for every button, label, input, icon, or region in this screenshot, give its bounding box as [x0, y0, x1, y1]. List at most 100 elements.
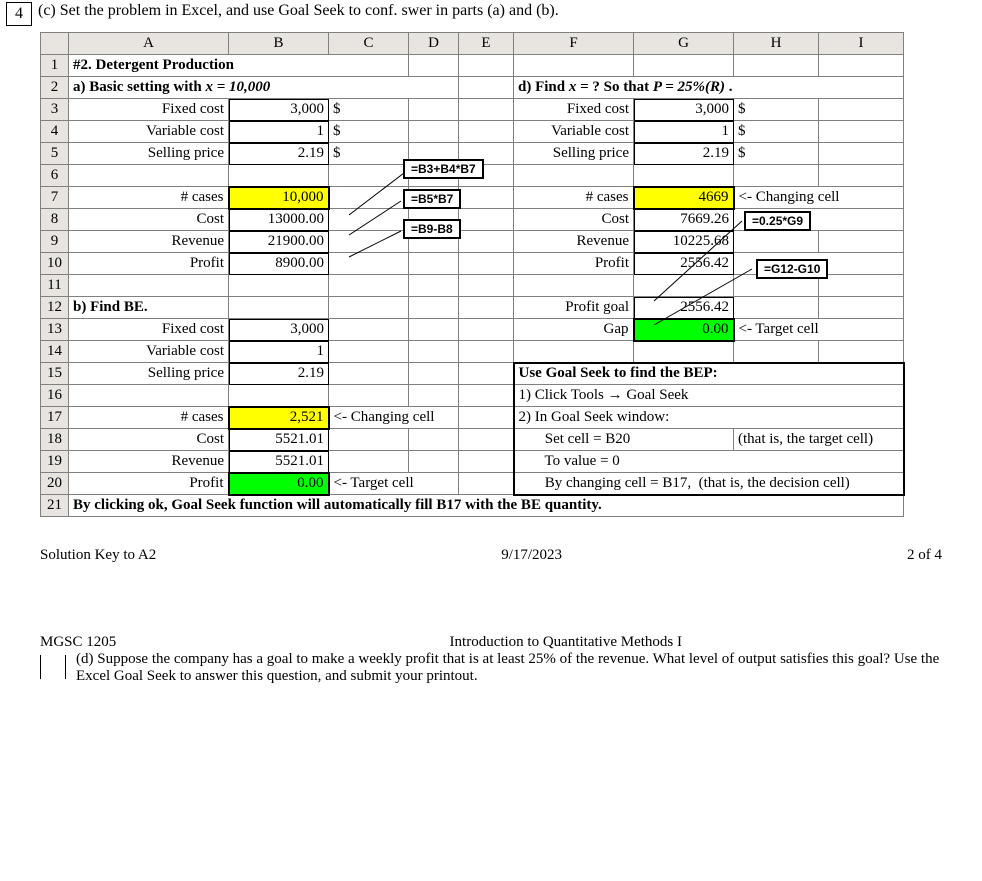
cell-A7[interactable]: # cases — [69, 187, 229, 209]
cell-A8[interactable]: Cost — [69, 209, 229, 231]
rowhdr-15[interactable]: 15 — [41, 363, 69, 385]
rowhdr-7[interactable]: 7 — [41, 187, 69, 209]
cell-F16[interactable]: 1) Click Tools → Goal Seek — [514, 385, 904, 407]
cell-B10[interactable]: 8900.00 — [229, 253, 329, 275]
rowhdr-13[interactable]: 13 — [41, 319, 69, 341]
cell-A3[interactable]: Fixed cost — [69, 99, 229, 121]
rowhdr-4[interactable]: 4 — [41, 121, 69, 143]
cell-B7[interactable]: 10,000 — [229, 187, 329, 209]
cell-A15[interactable]: Selling price — [69, 363, 229, 385]
rowhdr-2[interactable]: 2 — [41, 77, 69, 99]
cell-B9[interactable]: 21900.00 — [229, 231, 329, 253]
rowhdr-12[interactable]: 12 — [41, 297, 69, 319]
rowhdr-20[interactable]: 20 — [41, 473, 69, 495]
col-H[interactable]: H — [734, 33, 819, 55]
cell-H5[interactable]: $ — [734, 143, 819, 165]
cell-F10[interactable]: Profit — [514, 253, 634, 275]
cell-F17[interactable]: 2) In Goal Seek window: — [514, 407, 904, 429]
col-D[interactable]: D — [409, 33, 459, 55]
cell-F7[interactable]: # cases — [514, 187, 634, 209]
problem-c-text: (c) Set the problem in Excel, and use Go… — [38, 0, 559, 22]
col-A[interactable]: A — [69, 33, 229, 55]
cell-B8[interactable]: 13000.00 — [229, 209, 329, 231]
cell-H18[interactable]: (that is, the target cell) — [734, 429, 904, 451]
rowhdr-5[interactable]: 5 — [41, 143, 69, 165]
rowhdr-6[interactable]: 6 — [41, 165, 69, 187]
col-C[interactable]: C — [329, 33, 409, 55]
rowhdr-21[interactable]: 21 — [41, 495, 69, 517]
cell-C4[interactable]: $ — [329, 121, 409, 143]
rowhdr-1[interactable]: 1 — [41, 55, 69, 77]
cell-H3[interactable]: $ — [734, 99, 819, 121]
cell-A2[interactable]: a) Basic setting with x = 10,000 — [69, 77, 459, 99]
cell-G12[interactable]: 2556.42 — [634, 297, 734, 319]
rowhdr-14[interactable]: 14 — [41, 341, 69, 363]
cell-C5[interactable]: $ — [329, 143, 409, 165]
cell-A19[interactable]: Revenue — [69, 451, 229, 473]
cell-B15[interactable]: 2.19 — [229, 363, 329, 385]
cell-F9[interactable]: Revenue — [514, 231, 634, 253]
rowhdr-10[interactable]: 10 — [41, 253, 69, 275]
cell-F5[interactable]: Selling price — [514, 143, 634, 165]
cell-B17[interactable]: 2,521 — [229, 407, 329, 429]
cell-A20[interactable]: Profit — [69, 473, 229, 495]
cell-B18[interactable]: 5521.01 — [229, 429, 329, 451]
cell-A5[interactable]: Selling price — [69, 143, 229, 165]
rowhdr-16[interactable]: 16 — [41, 385, 69, 407]
cell-A10[interactable]: Profit — [69, 253, 229, 275]
cell-F20[interactable]: By changing cell = B17, (that is, the de… — [514, 473, 904, 495]
cell-H7[interactable]: <- Changing cell — [734, 187, 904, 209]
cell-F13[interactable]: Gap — [514, 319, 634, 341]
cell-F18[interactable]: Set cell = B20 — [514, 429, 734, 451]
cell-F3[interactable]: Fixed cost — [514, 99, 634, 121]
cell-G7[interactable]: 4669 — [634, 187, 734, 209]
cell-C17[interactable]: <- Changing cell — [329, 407, 459, 429]
col-B[interactable]: B — [229, 33, 329, 55]
cell-A9[interactable]: Revenue — [69, 231, 229, 253]
cell-G13[interactable]: 0.00 — [634, 319, 734, 341]
cell-G3[interactable]: 3,000 — [634, 99, 734, 121]
cell-B19[interactable]: 5521.01 — [229, 451, 329, 473]
cell-A12[interactable]: b) Find BE. — [69, 297, 229, 319]
rowhdr-3[interactable]: 3 — [41, 99, 69, 121]
cell-F15[interactable]: Use Goal Seek to find the BEP: — [514, 363, 904, 385]
rowhdr-8[interactable]: 8 — [41, 209, 69, 231]
rowhdr-17[interactable]: 17 — [41, 407, 69, 429]
rowhdr-18[interactable]: 18 — [41, 429, 69, 451]
cell-G9[interactable]: 10225.68 — [634, 231, 734, 253]
cell-B3[interactable]: 3,000 — [229, 99, 329, 121]
cell-G5[interactable]: 2.19 — [634, 143, 734, 165]
cell-F8[interactable]: Cost — [514, 209, 634, 231]
col-E[interactable]: E — [459, 33, 514, 55]
cell-A1[interactable]: #2. Detergent Production — [69, 55, 409, 77]
cell-A21[interactable]: By clicking ok, Goal Seek function will … — [69, 495, 904, 517]
corner-cell[interactable] — [41, 33, 69, 55]
rowhdr-11[interactable]: 11 — [41, 275, 69, 297]
col-I[interactable]: I — [819, 33, 904, 55]
cell-C3[interactable]: $ — [329, 99, 409, 121]
cell-H13[interactable]: <- Target cell — [734, 319, 904, 341]
cell-A4[interactable]: Variable cost — [69, 121, 229, 143]
cell-A18[interactable]: Cost — [69, 429, 229, 451]
cell-F12[interactable]: Profit goal — [514, 297, 634, 319]
rowhdr-19[interactable]: 19 — [41, 451, 69, 473]
cell-B13[interactable]: 3,000 — [229, 319, 329, 341]
cell-A17[interactable]: # cases — [69, 407, 229, 429]
cell-B20[interactable]: 0.00 — [229, 473, 329, 495]
col-F[interactable]: F — [514, 33, 634, 55]
cell-A13[interactable]: Fixed cost — [69, 319, 229, 341]
cell-G4[interactable]: 1 — [634, 121, 734, 143]
cell-B5[interactable]: 2.19 — [229, 143, 329, 165]
cell-B4[interactable]: 1 — [229, 121, 329, 143]
cell-H4[interactable]: $ — [734, 121, 819, 143]
cell-F4[interactable]: Variable cost — [514, 121, 634, 143]
cell-C20[interactable]: <- Target cell — [329, 473, 459, 495]
col-G[interactable]: G — [634, 33, 734, 55]
cell-G10[interactable]: 2556.42 — [634, 253, 734, 275]
cell-A14[interactable]: Variable cost — [69, 341, 229, 363]
rowhdr-9[interactable]: 9 — [41, 231, 69, 253]
cell-F19[interactable]: To value = 0 — [514, 451, 904, 473]
cell-B14[interactable]: 1 — [229, 341, 329, 363]
cell-G8[interactable]: 7669.26 — [634, 209, 734, 231]
cell-F2[interactable]: d) Find x = ? So that P = 25%(R) . — [514, 77, 904, 99]
